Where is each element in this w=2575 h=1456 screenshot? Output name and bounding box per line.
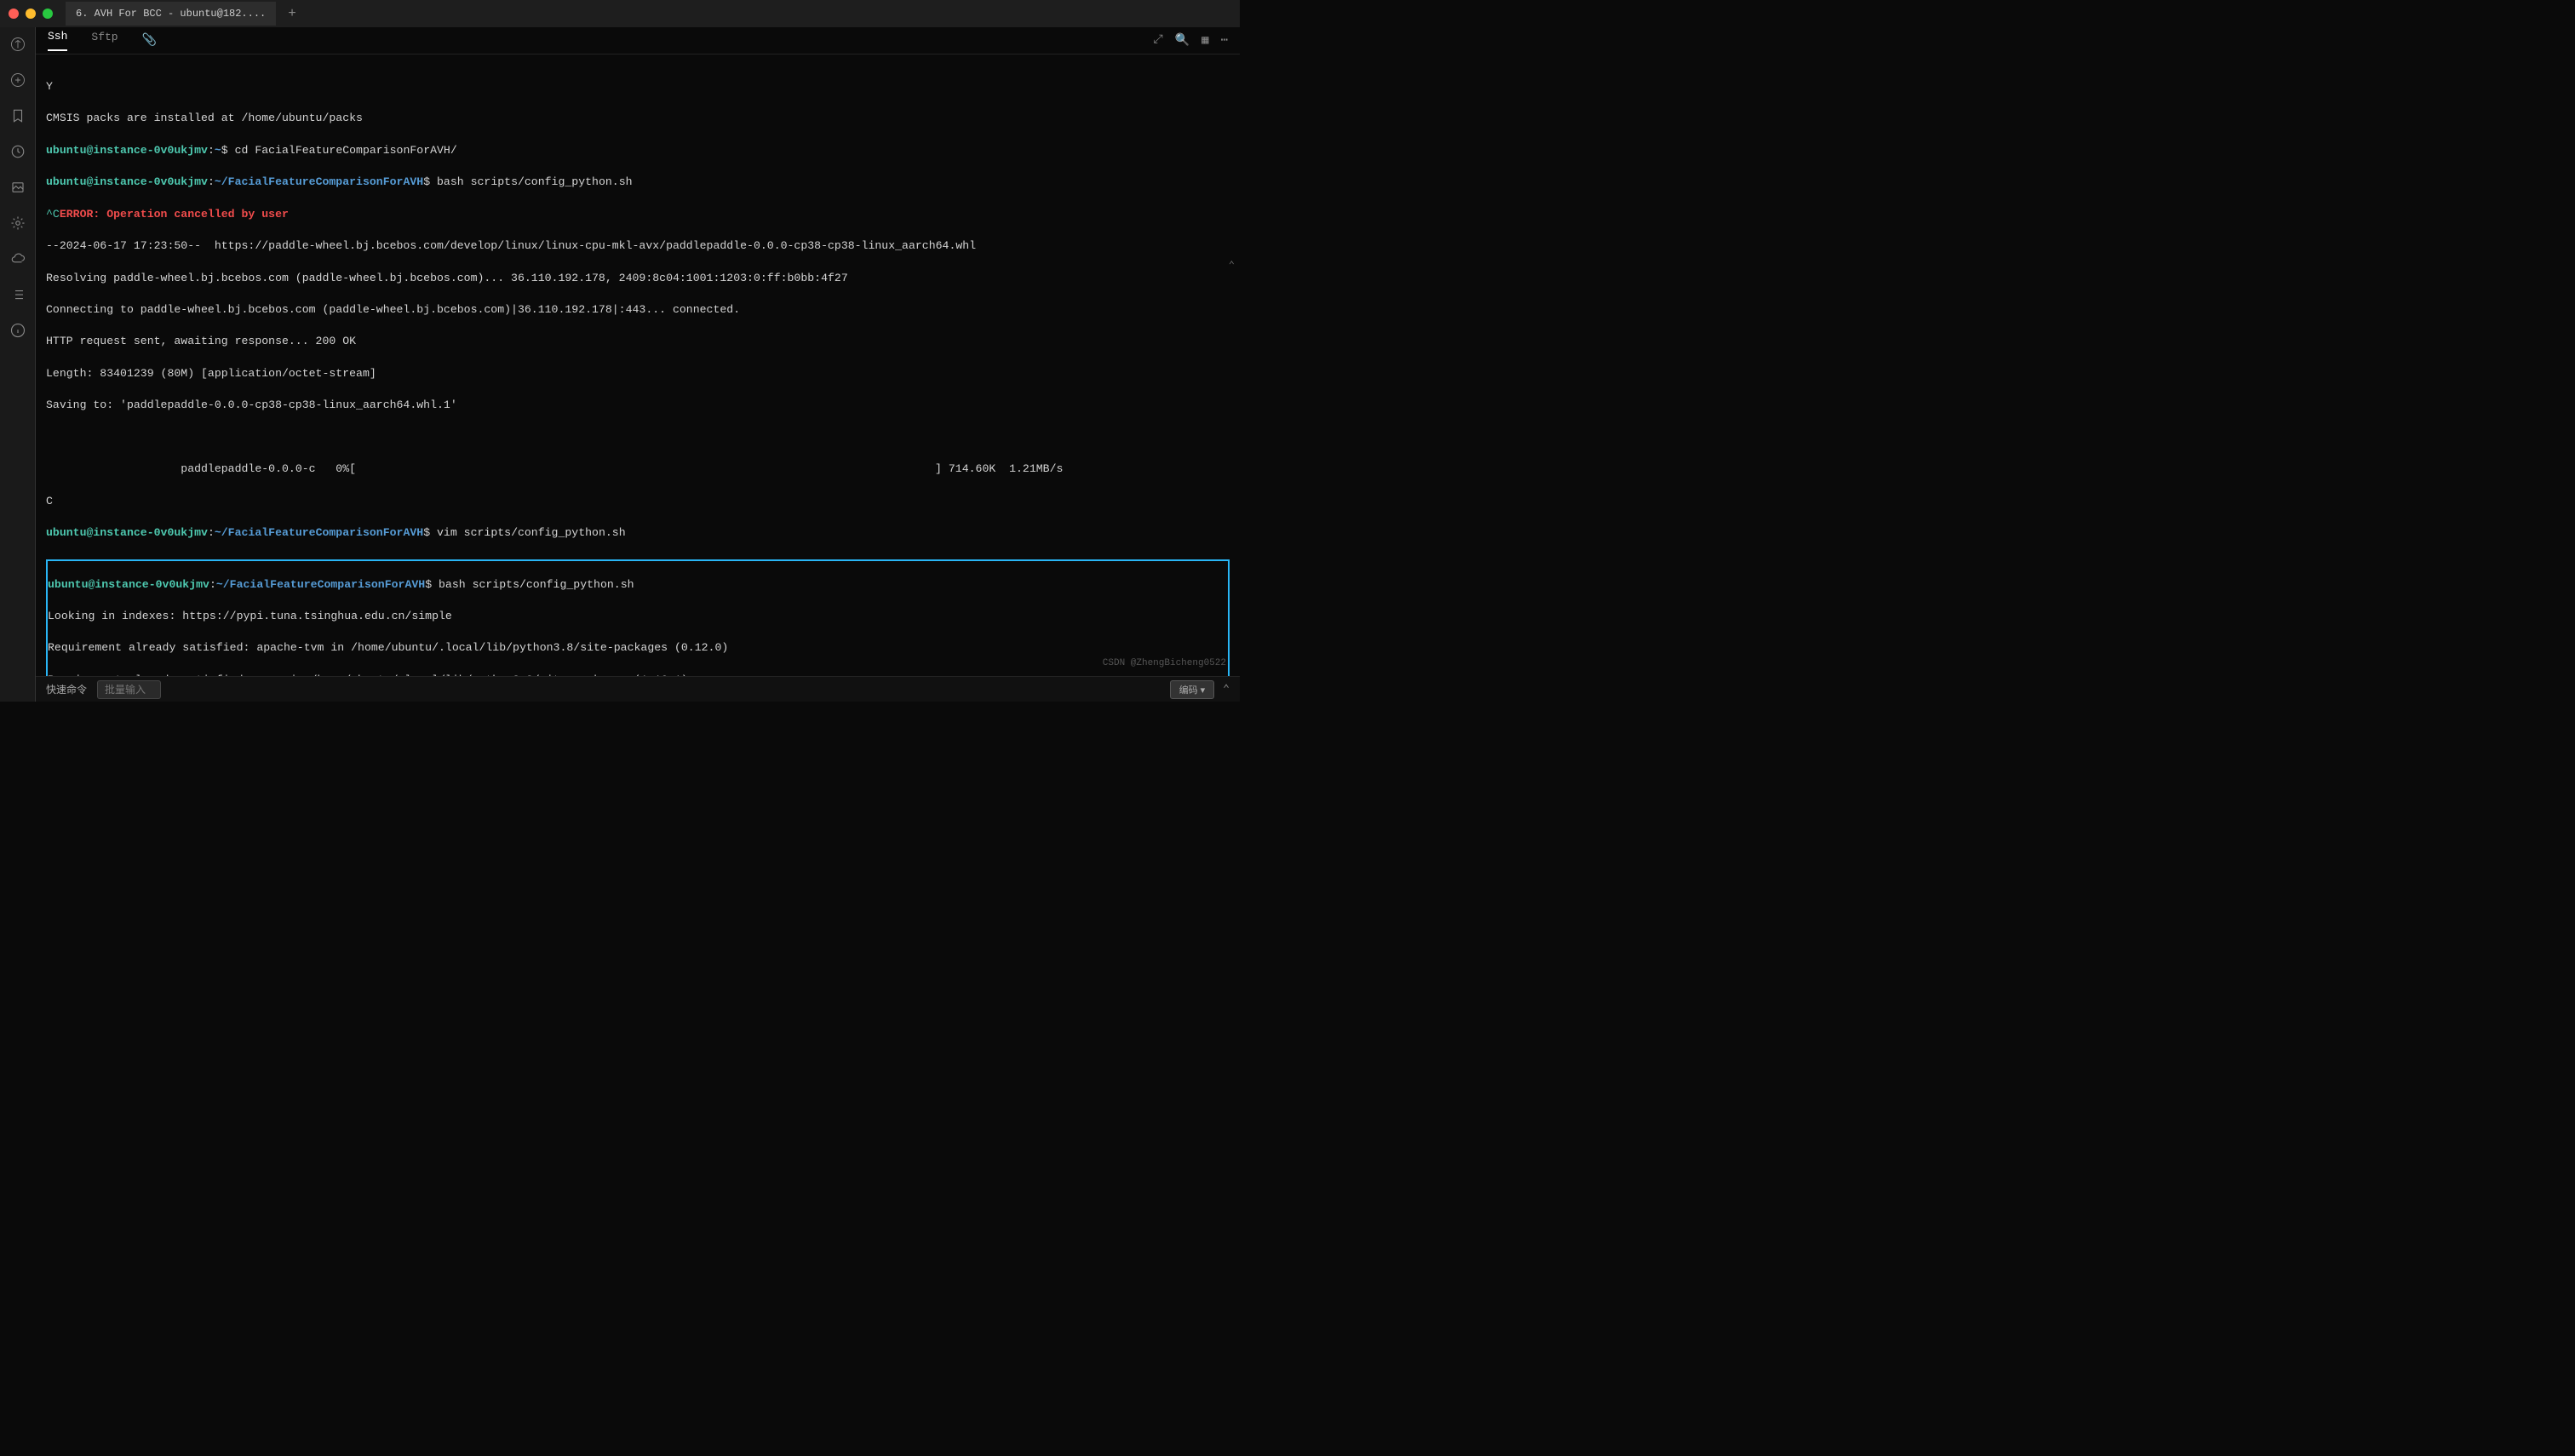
prompt-line: ubuntu@instance-0v0ukjmv:~/FacialFeature… — [46, 175, 1230, 191]
close-window[interactable] — [9, 9, 19, 19]
output-line: --2024-06-17 17:23:50-- https://paddle-w… — [46, 238, 1230, 255]
subtabs: Ssh Sftp 📎 ⤢ 🔍 ▦ ⋯ — [36, 27, 1240, 54]
encoding-button[interactable]: 编码 ▾ — [1170, 680, 1215, 699]
image-icon[interactable] — [9, 179, 26, 196]
cloud-icon[interactable] — [9, 250, 26, 267]
output-line: Saving to: 'paddlepaddle-0.0.0-cp38-cp38… — [46, 398, 1230, 414]
tab-ssh[interactable]: Ssh — [48, 30, 67, 51]
grid-icon[interactable]: ▦ — [1201, 33, 1208, 48]
terminal-output[interactable]: Y CMSIS packs are installed at /home/ubu… — [36, 54, 1240, 676]
maximize-window[interactable] — [43, 9, 53, 19]
error-line: ^CERROR: Operation cancelled by user — [46, 207, 1230, 223]
app-logo-icon[interactable] — [9, 36, 26, 53]
highlighted-output: ubuntu@instance-0v0ukjmv:~/FacialFeature… — [46, 559, 1230, 676]
output-line: Requirement already satisfied: onnx in /… — [48, 673, 1228, 676]
progress-line: paddlepaddle-0.0.0-c 0%[] 714.60K 1.21MB… — [46, 461, 1230, 478]
scroll-caret-icon[interactable]: ⌃ — [1229, 259, 1235, 273]
output-blank — [46, 430, 1230, 446]
prompt-line: ubuntu@instance-0v0ukjmv:~$ cd FacialFea… — [46, 143, 1230, 159]
footer-bar: 快速命令 编码 ▾ ⌃ — [36, 676, 1240, 702]
list-icon[interactable] — [9, 286, 26, 303]
output-line: Length: 83401239 (80M) [application/octe… — [46, 366, 1230, 382]
watermark: CSDN @ZhengBicheng0522 — [1103, 657, 1226, 671]
new-tab-button[interactable]: + — [279, 6, 305, 21]
batch-input[interactable] — [97, 680, 161, 699]
gear-icon[interactable] — [9, 215, 26, 232]
prompt-line: ubuntu@instance-0v0ukjmv:~/FacialFeature… — [48, 577, 1228, 593]
info-icon[interactable] — [9, 322, 26, 339]
add-icon[interactable] — [9, 72, 26, 89]
output-line: HTTP request sent, awaiting response... … — [46, 334, 1230, 350]
tab-sftp[interactable]: Sftp — [91, 31, 118, 50]
clock-icon[interactable] — [9, 143, 26, 160]
output-line: Connecting to paddle-wheel.bj.bcebos.com… — [46, 302, 1230, 318]
traffic-lights — [9, 9, 53, 19]
more-icon[interactable]: ⋯ — [1221, 33, 1228, 48]
fullscreen-icon[interactable]: ⤢ — [1153, 33, 1162, 48]
session-tab[interactable]: 6. AVH For BCC - ubuntu@182.... — [66, 2, 276, 26]
titlebar: 6. AVH For BCC - ubuntu@182.... + — [0, 0, 1240, 27]
search-icon[interactable]: 🔍 — [1175, 33, 1190, 48]
chevron-up-icon[interactable]: ⌃ — [1223, 683, 1230, 696]
output-line: CMSIS packs are installed at /home/ubunt… — [46, 111, 1230, 127]
output-line: C — [46, 494, 1230, 510]
output-line: Requirement already satisfied: apache-tv… — [48, 640, 1228, 656]
prompt-line: ubuntu@instance-0v0ukjmv:~/FacialFeature… — [46, 525, 1230, 542]
output-line: Resolving paddle-wheel.bj.bcebos.com (pa… — [46, 271, 1230, 287]
attachment-icon[interactable]: 📎 — [142, 33, 157, 48]
output-line: Y — [46, 79, 1230, 95]
output-line: Looking in indexes: https://pypi.tuna.ts… — [48, 609, 1228, 625]
minimize-window[interactable] — [26, 9, 36, 19]
quick-command-label[interactable]: 快速命令 — [46, 682, 87, 696]
sidebar — [0, 27, 36, 702]
bookmark-icon[interactable] — [9, 107, 26, 124]
